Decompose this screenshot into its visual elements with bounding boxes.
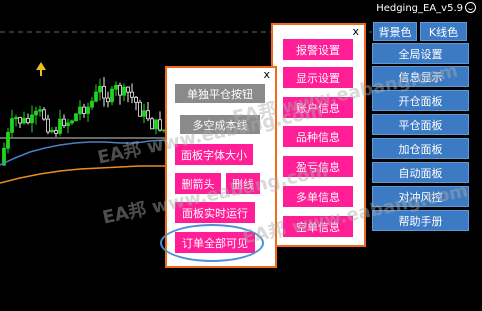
candle-body	[26, 117, 30, 124]
candle-body	[42, 109, 46, 120]
candle-body	[78, 106, 82, 115]
candle-body	[150, 118, 154, 130]
account-info-button[interactable]: 账户信息	[283, 97, 353, 118]
candle-body	[34, 110, 38, 116]
buy-orders-info-button[interactable]: 多单信息	[283, 186, 353, 207]
candle-body	[122, 86, 126, 96]
close-icon[interactable]: x	[263, 69, 270, 80]
open-position-panel-button[interactable]: 开仓面板	[372, 90, 469, 111]
candle-body	[62, 118, 66, 127]
candle-body	[70, 120, 74, 124]
panel-font-size-button[interactable]: 面板字体大小	[175, 144, 253, 165]
cost-line-toggle[interactable]: 多空成本线	[180, 115, 260, 134]
auto-panel-button[interactable]: 自动面板	[372, 162, 469, 183]
add-position-panel-button[interactable]: 加仓面板	[372, 138, 469, 159]
candle-body	[38, 109, 42, 112]
delete-lines-button[interactable]: 删线	[226, 173, 260, 194]
global-settings-button[interactable]: 全局设置	[372, 43, 469, 64]
close-position-panel-button[interactable]: 平仓面板	[372, 114, 469, 135]
info-display-button[interactable]: 信息显示	[372, 66, 469, 87]
symbol-info-button[interactable]: 品种信息	[283, 126, 353, 147]
candle-body	[18, 117, 22, 124]
candle-body	[98, 86, 102, 93]
candle-body	[82, 106, 86, 114]
candle-body	[142, 110, 146, 117]
candle-body	[126, 86, 130, 93]
close-icon[interactable]: x	[352, 26, 359, 37]
candle-body	[158, 119, 162, 131]
candle-body	[74, 113, 78, 122]
arrow-icon	[36, 62, 46, 76]
candle-body	[58, 118, 62, 134]
candle-body	[54, 130, 58, 134]
candle-body	[10, 118, 14, 133]
alert-settings-button[interactable]: 报警设置	[283, 39, 353, 60]
kline-color-button[interactable]: K线色	[420, 22, 467, 41]
orange-moving-average	[0, 165, 166, 184]
candle-body	[102, 86, 106, 99]
candle-body	[154, 119, 158, 130]
candle-body	[30, 114, 34, 124]
profit-loss-info-button[interactable]: 盈亏信息	[283, 156, 353, 177]
candle-body	[106, 97, 110, 103]
candle-body	[138, 101, 142, 117]
candle-body	[66, 122, 70, 127]
hedge-risk-control-button[interactable]: 对冲风控	[372, 186, 469, 207]
display-settings-button[interactable]: 显示设置	[283, 67, 353, 88]
panel-realtime-button[interactable]: 面板实时运行	[175, 202, 255, 223]
candle-body	[146, 110, 150, 120]
candle-body	[130, 91, 134, 98]
candle-body	[90, 100, 94, 108]
candle-body	[134, 96, 138, 103]
candle-body	[110, 88, 114, 103]
candle-body	[6, 131, 10, 149]
candle-body	[22, 117, 26, 124]
candle-body	[94, 91, 98, 102]
candle-body	[14, 117, 18, 120]
blue-moving-average	[0, 139, 166, 166]
window-title: Hedging_EA_v5.9	[376, 2, 476, 14]
sell-orders-info-button[interactable]: 空单信息	[283, 216, 353, 237]
single-close-button-toggle[interactable]: 单独平仓按钮	[175, 84, 265, 103]
candle-body	[86, 106, 90, 114]
help-manual-button[interactable]: 帮助手册	[372, 210, 469, 231]
delete-arrows-button[interactable]: 删箭头	[175, 173, 221, 194]
candle-body	[114, 84, 118, 90]
highlight-ellipse	[160, 224, 264, 262]
candle-body	[50, 130, 54, 133]
smile-icon	[465, 2, 476, 13]
info-settings-panel: x 报警设置 显示设置 账户信息 品种信息 盈亏信息 多单信息 空单信息	[271, 23, 366, 247]
candle-body	[46, 118, 50, 133]
candle-body	[118, 84, 122, 96]
background-color-button[interactable]: 背景色	[373, 22, 417, 41]
